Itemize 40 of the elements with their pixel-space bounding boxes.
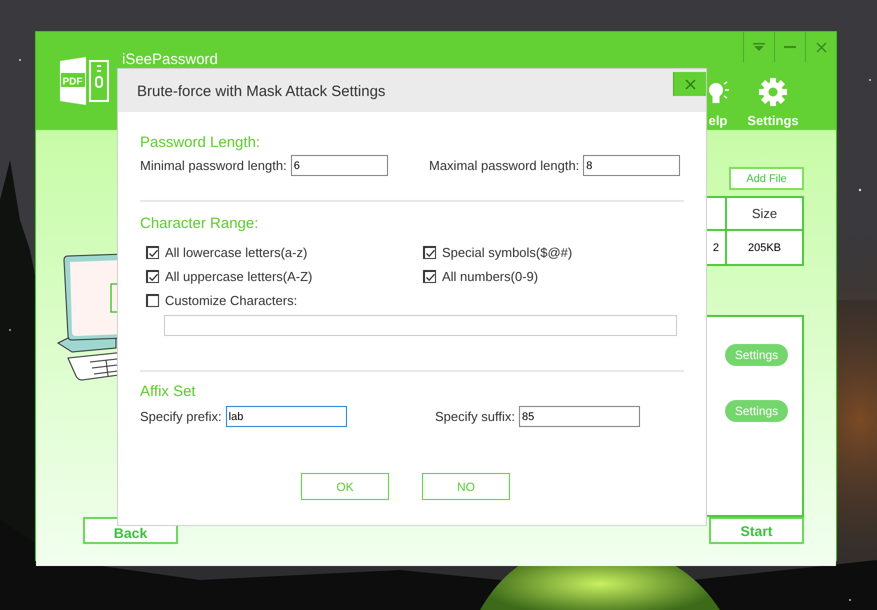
input-field[interactable]	[164, 315, 677, 336]
field-label: Specify prefix:	[140, 409, 222, 424]
close-button[interactable]	[673, 72, 706, 96]
input-field[interactable]: 6	[290, 155, 388, 176]
close-icon	[816, 42, 826, 52]
checkbox[interactable]	[146, 246, 159, 259]
field-label: Minimal password length:	[140, 158, 287, 173]
input-field[interactable]: lab	[226, 406, 347, 427]
settings-button[interactable]: Settings	[725, 400, 788, 422]
checkbox-label: All numbers(0-9)	[442, 269, 538, 284]
dialog-button[interactable]: OK	[301, 473, 389, 500]
add-file-button[interactable]: Add File	[729, 167, 804, 190]
input-field[interactable]: 85	[518, 406, 640, 427]
minimize-icon	[784, 46, 796, 48]
start-button[interactable]: Start	[709, 517, 804, 544]
toolbar-button[interactable]: Settings	[738, 76, 808, 130]
app-name: iSeePassword	[122, 51, 218, 68]
section-heading: Password Length:	[140, 134, 262, 152]
checkbox[interactable]	[423, 246, 436, 259]
column-header: Size	[726, 197, 803, 230]
table-cell: 205KB	[726, 230, 803, 265]
checkbox-label: All uppercase letters(A-Z)	[165, 269, 312, 284]
section-heading: Character Range:	[140, 215, 260, 233]
dropdown-icon	[753, 43, 765, 51]
input-field[interactable]: 8	[583, 155, 680, 176]
toolbar-button[interactable]: elp	[706, 81, 730, 130]
dialog-title: Brute-force with Mask Attack Settings	[137, 83, 386, 102]
checkbox-label: All lowercase letters(a-z)	[165, 245, 308, 260]
checkbox-label: Customize Characters:	[165, 293, 298, 308]
section-heading: Affix Set	[140, 383, 197, 401]
logo-text: PDF	[62, 76, 82, 88]
checkbox[interactable]	[146, 294, 159, 307]
dialog-button[interactable]: NO	[422, 473, 510, 500]
field-label: Specify suffix:	[435, 409, 515, 424]
settings-button[interactable]: Settings	[725, 344, 788, 366]
field-label: Maximal password length:	[429, 158, 580, 173]
checkbox[interactable]	[423, 270, 436, 283]
checkbox[interactable]	[146, 270, 159, 283]
settings-icon	[758, 77, 788, 107]
close-icon	[684, 78, 696, 90]
